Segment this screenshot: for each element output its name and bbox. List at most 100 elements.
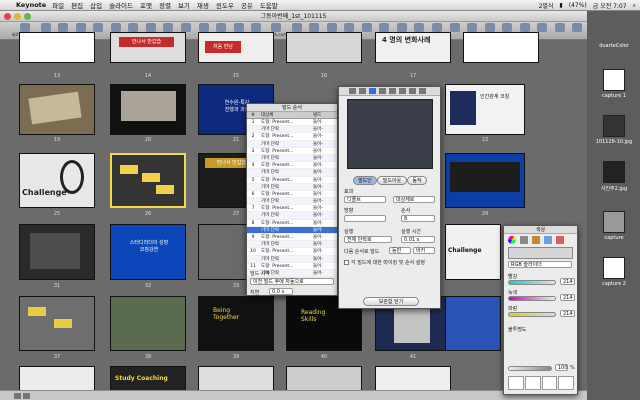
document-inspector-icon[interactable] bbox=[349, 88, 356, 94]
slide-thumbnail[interactable]: Being Together bbox=[198, 296, 274, 351]
menu-item-arrange[interactable]: 정렬 bbox=[159, 0, 171, 10]
build-row[interactable]: 11 도형: Present... 들어- bbox=[247, 262, 337, 270]
slide-thumbnail[interactable]: 만나서 반갑습 bbox=[110, 32, 186, 63]
slide-thumbnail[interactable] bbox=[286, 32, 362, 63]
build-row[interactable]: 9 도형: Present... 들어- bbox=[247, 234, 337, 242]
desktop-file-item[interactable]: duarteColor bbox=[593, 41, 635, 49]
menu-item-play[interactable]: 재생 bbox=[197, 0, 209, 10]
slide-thumbnail[interactable]: Challenge bbox=[445, 224, 501, 280]
build-row[interactable]: 기마 단락 들어- bbox=[247, 126, 337, 134]
slide-inspector-icon[interactable] bbox=[359, 88, 366, 94]
toolbar-button[interactable] bbox=[126, 22, 142, 32]
menu-app-name[interactable]: Keynote bbox=[16, 1, 46, 9]
opacity-value-field[interactable]: 100 bbox=[555, 364, 568, 371]
toolbar-button[interactable] bbox=[231, 22, 247, 32]
color-mode-select[interactable]: RGB 슬라이더 bbox=[508, 261, 572, 268]
toolbar-button[interactable] bbox=[213, 22, 229, 32]
toolbar-button[interactable] bbox=[196, 22, 212, 32]
green-value-field[interactable]: 214 bbox=[560, 294, 575, 301]
build-row[interactable]: 기마 단락 들어- bbox=[247, 140, 337, 148]
crayons-icon[interactable] bbox=[556, 236, 564, 244]
menu-item-slide[interactable]: 슬라이드 bbox=[109, 0, 133, 10]
color-palettes-icon[interactable] bbox=[532, 236, 540, 244]
table-inspector-icon[interactable] bbox=[409, 88, 416, 94]
desktop-file-item[interactable]: capture bbox=[593, 211, 635, 241]
slide-thumbnail[interactable] bbox=[19, 32, 95, 63]
delivery-select[interactable]: 전체 단락로 bbox=[344, 236, 392, 243]
slide-thumbnail[interactable] bbox=[110, 84, 186, 135]
build-row[interactable]: 기마 단락 들어- bbox=[247, 198, 337, 206]
build-row[interactable]: 1 도형: Present... 들어- bbox=[247, 119, 337, 127]
toolbar-button[interactable] bbox=[307, 22, 323, 32]
close-window-icon[interactable] bbox=[4, 13, 11, 20]
duration-stepper[interactable]: 0.01 s bbox=[401, 236, 435, 243]
color-swatch[interactable] bbox=[541, 376, 558, 390]
slide-thumbnail[interactable] bbox=[445, 153, 525, 208]
toolbar-button[interactable] bbox=[143, 22, 159, 32]
toolbar-button[interactable] bbox=[342, 22, 358, 32]
toolbar-button[interactable] bbox=[377, 22, 393, 32]
slide-thumbnail[interactable] bbox=[445, 296, 501, 351]
slide-thumbnail[interactable] bbox=[19, 296, 95, 351]
slide-thumbnail[interactable] bbox=[110, 296, 186, 351]
build-row[interactable]: 기마 단락 들어- bbox=[247, 154, 337, 163]
slide-thumbnail[interactable]: 4 명의 변화사례 bbox=[375, 32, 451, 63]
opacity-slider[interactable] bbox=[508, 366, 552, 371]
toolbar-button[interactable] bbox=[73, 22, 89, 32]
next-build-extra-select[interactable]: 바키 bbox=[413, 247, 435, 254]
effect-target-select[interactable]: 대상체로 bbox=[393, 196, 435, 203]
build-row[interactable]: 3 도형: Present... 들어- bbox=[247, 147, 337, 155]
slide-thumbnail[interactable]: Challenge bbox=[19, 153, 95, 208]
current-color-swatch[interactable] bbox=[508, 247, 573, 259]
direction-select[interactable] bbox=[344, 215, 386, 222]
toolbar-button[interactable] bbox=[289, 22, 305, 32]
color-swatch[interactable] bbox=[524, 376, 541, 390]
desktop-file-item[interactable]: capture 2 bbox=[593, 257, 635, 287]
slide-thumbnail[interactable] bbox=[463, 32, 539, 63]
red-value-field[interactable]: 214 bbox=[560, 278, 575, 285]
column-header[interactable]: # bbox=[247, 112, 259, 118]
toolbar-button[interactable] bbox=[517, 22, 533, 32]
build-row[interactable]: 기마 단락 들어- bbox=[247, 212, 337, 220]
clock[interactable]: 금 오전 7:07 bbox=[593, 1, 627, 10]
image-palettes-icon[interactable] bbox=[544, 236, 552, 244]
slide-thumbnail[interactable]: 인간관계 코칭 bbox=[445, 84, 525, 135]
delay-stepper[interactable]: 0.0 s bbox=[269, 288, 293, 295]
build-row[interactable]: 4 도형: Present... 들어- bbox=[247, 162, 337, 170]
menu-item-view[interactable]: 보기 bbox=[178, 0, 190, 10]
toolbar-button[interactable] bbox=[447, 22, 463, 32]
toolbar-button[interactable] bbox=[108, 22, 124, 32]
graphic-inspector-icon[interactable] bbox=[389, 88, 396, 94]
blue-value-field[interactable]: 214 bbox=[560, 310, 575, 317]
toolbar-button[interactable] bbox=[91, 22, 107, 32]
build-row[interactable]: 7 도형: Present... 들어- bbox=[247, 205, 337, 213]
text-inspector-icon[interactable] bbox=[379, 88, 386, 94]
toolbar-button[interactable] bbox=[552, 22, 568, 32]
toolbar-button[interactable] bbox=[394, 22, 410, 32]
color-swatch[interactable] bbox=[508, 376, 524, 390]
color-sliders-icon[interactable] bbox=[520, 236, 528, 244]
slide-thumbnail[interactable]: 스터디리더의 성장 코칭강연 bbox=[110, 224, 186, 280]
desktop-file-item[interactable]: 101128-10.jpg bbox=[593, 115, 635, 145]
menu-item-help[interactable]: 도움말 bbox=[260, 0, 278, 10]
effect-select[interactable]: 디졸브 bbox=[344, 196, 386, 203]
slide-thumbnail[interactable] bbox=[19, 84, 95, 135]
build-inspector-icon[interactable] bbox=[369, 88, 376, 94]
menu-item-format[interactable]: 포맷 bbox=[140, 0, 152, 10]
color-swatch[interactable] bbox=[558, 376, 574, 390]
build-row[interactable]: 기마 단락 들어- bbox=[247, 183, 337, 191]
toolbar-button[interactable] bbox=[464, 22, 480, 32]
input-method-indicator[interactable]: 2벌식 bbox=[539, 1, 554, 10]
slide-thumbnail-selected[interactable] bbox=[110, 153, 186, 208]
toolbar-button[interactable] bbox=[161, 22, 177, 32]
build-row[interactable]: 기마 단락 들어- bbox=[247, 255, 337, 263]
menu-item-edit[interactable]: 편집 bbox=[71, 0, 83, 10]
build-row[interactable]: 기마 단락 들어- bbox=[247, 169, 337, 177]
view-toggle-icon[interactable] bbox=[14, 393, 21, 399]
chart-inspector-icon[interactable] bbox=[419, 88, 426, 94]
desktop-file-item[interactable]: capture 1 bbox=[593, 69, 635, 99]
tab-action[interactable]: 동작 bbox=[407, 176, 427, 185]
tab-build-out[interactable]: 빌드아웃 bbox=[377, 176, 407, 185]
zoom-window-icon[interactable] bbox=[24, 13, 31, 20]
slide-thumbnail[interactable]: 처음 만남 bbox=[198, 32, 274, 63]
